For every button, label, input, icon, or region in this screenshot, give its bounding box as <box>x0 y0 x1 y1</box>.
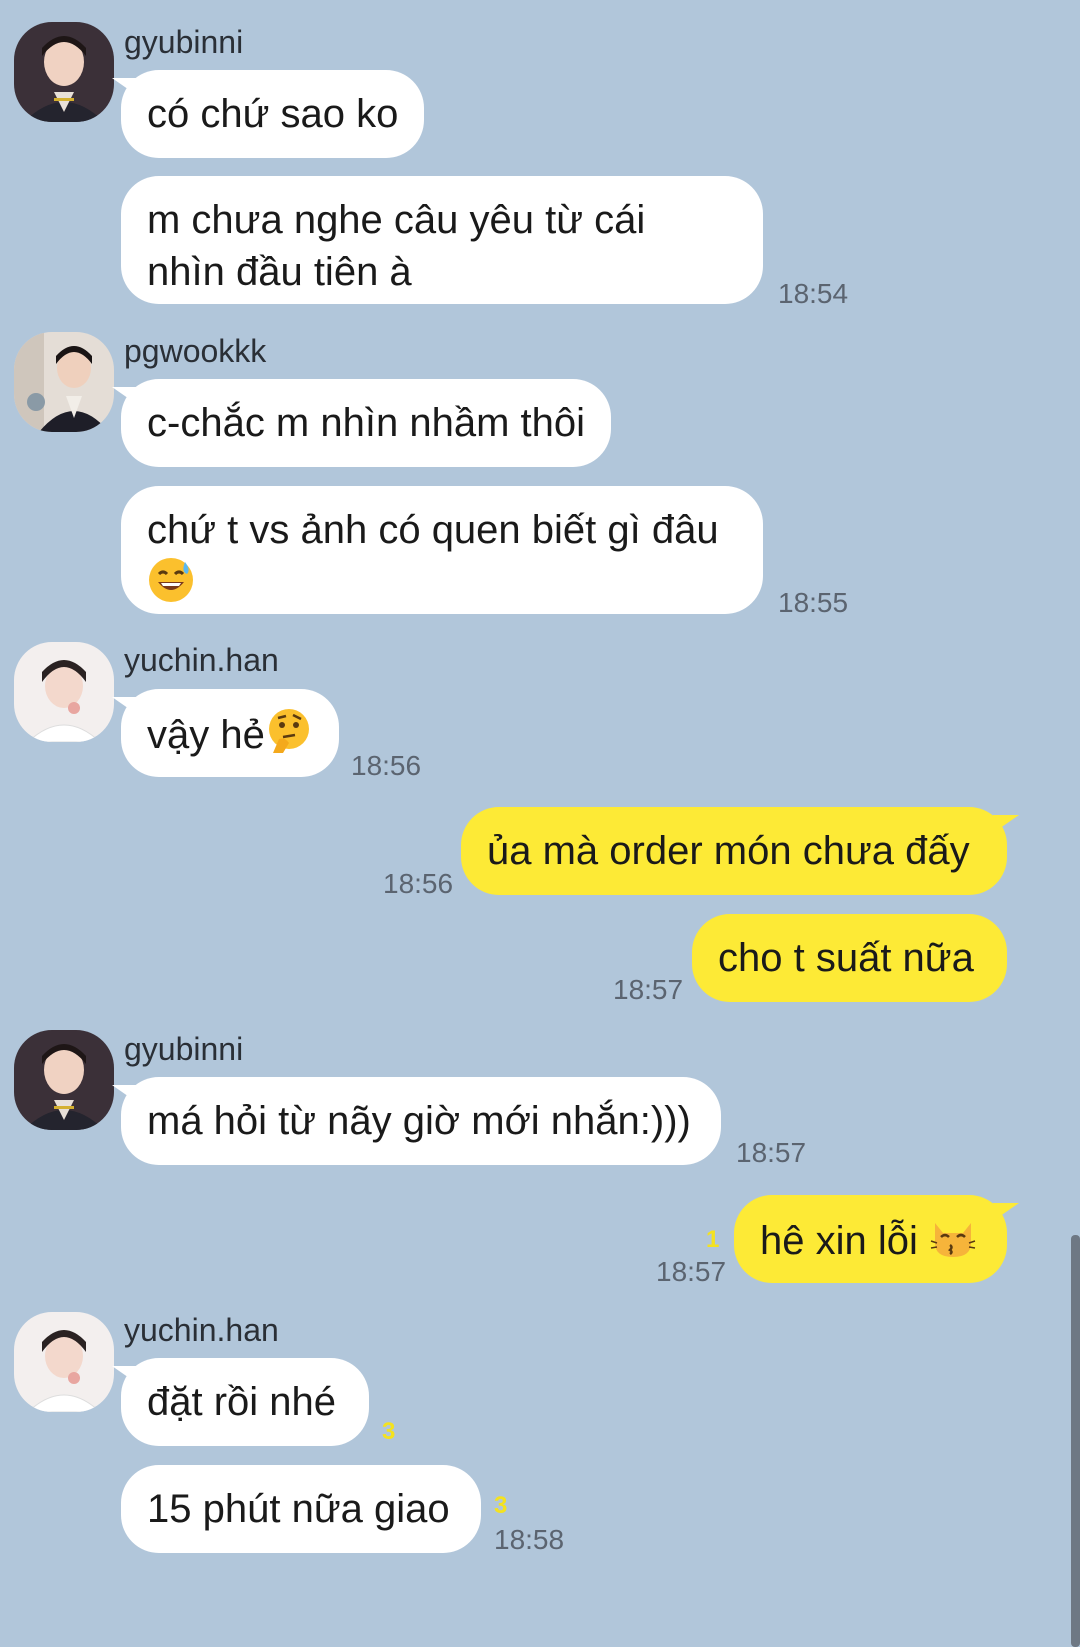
message-bubble[interactable]: chứ t vs ảnh có quen biết gì đâu <box>121 486 763 614</box>
timestamp: 18:57 <box>656 1256 727 1287</box>
message-bubble[interactable]: 15 phút nữa giao <box>121 1465 481 1553</box>
timestamp: 18:56 <box>383 868 454 899</box>
avatar[interactable] <box>14 1030 114 1130</box>
thinking-face-emoji <box>265 707 313 768</box>
message-bubble[interactable]: má hỏi từ nãy giờ mới nhắn:))) <box>121 1077 721 1165</box>
bubble-tail <box>993 815 1019 833</box>
avatar[interactable] <box>14 1312 114 1412</box>
bubble-tail <box>112 1366 138 1384</box>
bubble-tail <box>993 1203 1019 1221</box>
message-bubble[interactable]: hê xin lỗi <box>734 1195 1007 1283</box>
scrollbar[interactable] <box>1071 1235 1080 1647</box>
sweat-smile-emoji <box>147 556 195 617</box>
sender-name: gyubinni <box>124 24 244 60</box>
message-bubble[interactable]: đặt rồi nhé <box>121 1358 369 1446</box>
message-text: cho t suất nữa <box>718 936 974 980</box>
message-text: hê xin lỗi <box>760 1219 918 1264</box>
avatar[interactable] <box>14 332 114 432</box>
sender-name: yuchin.han <box>124 1312 279 1348</box>
timestamp: 18:56 <box>351 750 422 781</box>
unread-count: 3 <box>494 1492 508 1519</box>
message-text: có chứ sao ko <box>147 92 399 136</box>
sender-name: gyubinni <box>124 1031 244 1067</box>
message-text: m chưa nghe câu yêu từ cái <box>147 198 646 242</box>
message-bubble[interactable]: vậy hẻ <box>121 689 339 777</box>
message-text: 15 phút nữa giao <box>147 1487 450 1531</box>
unread-count: 3 <box>382 1418 396 1445</box>
avatar[interactable] <box>14 22 114 122</box>
unread-count: 1 <box>706 1226 720 1253</box>
message-text: chứ t vs ảnh có quen biết gì đâu <box>147 508 719 552</box>
message-bubble[interactable]: ủa mà order món chưa đấy <box>461 807 1007 895</box>
timestamp: 18:58 <box>494 1524 565 1555</box>
message-text: ủa mà order món chưa đấy <box>487 829 970 873</box>
message-text: nhìn đầu tiên à <box>147 250 412 294</box>
avatar[interactable] <box>14 642 114 742</box>
message-bubble[interactable]: có chứ sao ko <box>121 70 425 158</box>
message-text: vậy hẻ <box>147 713 265 758</box>
message-text: má hỏi từ nãy giờ mới nhắn:))) <box>147 1099 691 1143</box>
message-text: đặt rồi nhé <box>147 1380 337 1424</box>
sender-name: pgwookkk <box>124 333 267 369</box>
timestamp: 18:57 <box>736 1137 807 1168</box>
bubble-tail <box>112 1085 138 1103</box>
message-bubble[interactable]: c-chắc m nhìn nhầm thôi <box>121 379 611 467</box>
bubble-tail <box>112 697 138 715</box>
kissing-cat-emoji <box>929 1213 977 1274</box>
message-bubble[interactable]: cho t suất nữa <box>692 914 1007 1002</box>
sender-name: yuchin.han <box>124 642 279 678</box>
message-bubble[interactable]: m chưa nghe câu yêu từ cái nhìn đầu tiên… <box>121 176 763 304</box>
bubble-tail <box>112 78 138 96</box>
timestamp: 18:55 <box>778 587 849 618</box>
bubble-tail <box>112 387 138 405</box>
timestamp: 18:57 <box>613 974 684 1005</box>
timestamp: 18:54 <box>778 278 849 309</box>
message-text: c-chắc m nhìn nhầm thôi <box>147 401 585 445</box>
